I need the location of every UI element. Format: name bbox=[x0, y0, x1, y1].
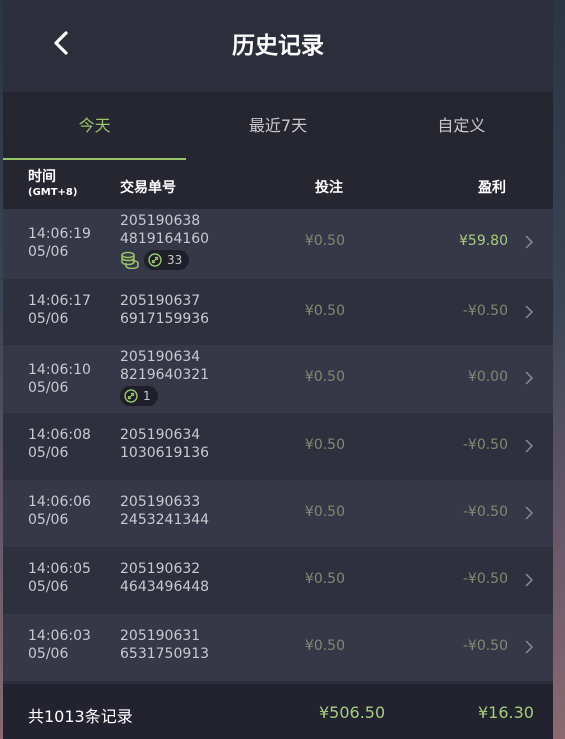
chevron-right-icon bbox=[525, 235, 534, 249]
free-spin-count: 33 bbox=[167, 253, 183, 267]
row-order-id: 205190631 6531750913 bbox=[120, 627, 209, 663]
coin-stack-icon bbox=[121, 251, 139, 269]
row-date: 05/06 bbox=[28, 244, 69, 260]
row-win: -¥0.50 bbox=[462, 303, 508, 319]
row-time: 14:06:08 05/06 bbox=[28, 426, 91, 462]
row-win: ¥59.80 bbox=[459, 233, 508, 249]
table-header: 时间 (GMT+8) 交易单号 投注 盈利 bbox=[3, 160, 553, 209]
row-order-id: 205190634 1030619136 bbox=[120, 426, 209, 462]
total-win: ¥16.30 bbox=[478, 703, 534, 722]
chevron-right-icon bbox=[525, 506, 534, 520]
tab-last-7-days[interactable]: 最近7天 bbox=[186, 92, 369, 160]
chevron-right-icon bbox=[525, 371, 534, 385]
row-date: 05/06 bbox=[28, 646, 69, 662]
header: 历史记录 bbox=[3, 0, 553, 92]
chevron-right-icon bbox=[525, 640, 534, 654]
row-win: -¥0.50 bbox=[462, 437, 508, 453]
row-bet: ¥0.50 bbox=[304, 303, 345, 319]
column-time-label: 时间 bbox=[28, 169, 56, 185]
row-bet: ¥0.50 bbox=[304, 233, 345, 249]
row-order-id-part2: 1030619136 bbox=[120, 445, 210, 461]
row-time-clock: 14:06:10 bbox=[28, 362, 91, 378]
page-title: 历史记录 bbox=[232, 33, 324, 59]
free-spin-badge: 33 bbox=[144, 250, 190, 270]
row-order-id-part2: 4643496448 bbox=[120, 579, 210, 595]
row-time: 14:06:03 05/06 bbox=[28, 627, 91, 663]
row-date: 05/06 bbox=[28, 579, 69, 595]
row-win: ¥0.00 bbox=[467, 369, 508, 385]
chevron-right-icon bbox=[525, 573, 534, 587]
chevron-right-icon bbox=[525, 439, 534, 453]
row-time: 14:06:17 05/06 bbox=[28, 292, 91, 328]
row-time: 14:06:10 05/06 bbox=[28, 361, 91, 397]
row-time-clock: 14:06:17 bbox=[28, 293, 91, 309]
row-time: 14:06:06 05/06 bbox=[28, 493, 91, 529]
column-bet: 投注 bbox=[315, 180, 343, 196]
table-row[interactable]: 14:06:19 05/06 205190638 4819164160 33 ¥0.50 ¥… bbox=[3, 209, 553, 279]
row-badges: 1 bbox=[120, 386, 158, 406]
row-order-id-part2: 4819164160 bbox=[120, 231, 210, 247]
row-time-clock: 14:06:06 bbox=[28, 494, 91, 510]
table-row[interactable]: 14:06:03 05/06 205190631 6531750913 ¥0.50 -¥0… bbox=[3, 614, 553, 681]
row-bet: ¥0.50 bbox=[304, 369, 345, 385]
row-time-clock: 14:06:03 bbox=[28, 628, 91, 644]
row-time-clock: 14:06:05 bbox=[28, 561, 91, 577]
row-order-id-part2: 6917159936 bbox=[120, 311, 210, 327]
free-spin-count: 1 bbox=[143, 389, 151, 403]
row-time: 14:06:19 05/06 bbox=[28, 225, 91, 261]
summary-footer: 共1013条记录 ¥506.50 ¥16.30 bbox=[3, 684, 553, 739]
row-order-id-part1: 205190634 bbox=[120, 349, 201, 365]
row-order-id-part1: 205190633 bbox=[120, 494, 201, 510]
row-order-id-part1: 205190632 bbox=[120, 561, 201, 577]
free-spin-icon bbox=[124, 389, 138, 403]
row-badges: 33 bbox=[120, 250, 190, 270]
column-order-id: 交易单号 bbox=[120, 180, 176, 196]
row-order-id: 205190637 6917159936 bbox=[120, 292, 209, 328]
row-order-id-part1: 205190634 bbox=[120, 427, 201, 443]
column-win: 盈利 bbox=[478, 180, 506, 196]
row-bet: ¥0.50 bbox=[304, 571, 345, 587]
total-records: 共1013条记录 bbox=[28, 707, 133, 726]
row-bet: ¥0.50 bbox=[304, 638, 345, 654]
tab-custom[interactable]: 自定义 bbox=[370, 92, 553, 160]
tab-bar: 今天 最近7天 自定义 bbox=[3, 92, 553, 160]
row-bet: ¥0.50 bbox=[304, 504, 345, 520]
row-order-id-part1: 205190637 bbox=[120, 293, 201, 309]
history-list: 14:06:19 05/06 205190638 4819164160 33 ¥0.50 ¥… bbox=[3, 209, 553, 681]
row-order-id: 205190633 2453241344 bbox=[120, 493, 209, 529]
row-order-id-part2: 2453241344 bbox=[120, 512, 210, 528]
table-row[interactable]: 14:06:05 05/06 205190632 4643496448 ¥0.50 -¥0… bbox=[3, 547, 553, 614]
row-order-id: 205190638 4819164160 bbox=[120, 212, 209, 248]
chevron-right-icon bbox=[525, 305, 534, 319]
row-order-id-part2: 6531750913 bbox=[120, 646, 210, 662]
table-row[interactable]: 14:06:10 05/06 205190634 8219640321 1 ¥0.50 ¥0… bbox=[3, 345, 553, 413]
column-timezone: (GMT+8) bbox=[28, 187, 78, 198]
total-bet: ¥506.50 bbox=[319, 703, 386, 722]
column-time: 时间 (GMT+8) bbox=[28, 169, 77, 201]
history-panel: 历史记录 今天 最近7天 自定义 时间 (GMT+8) 交易单号 投注 盈利 1… bbox=[3, 0, 553, 739]
row-win: -¥0.50 bbox=[462, 571, 508, 587]
tab-today[interactable]: 今天 bbox=[3, 92, 187, 160]
row-order-id-part1: 205190638 bbox=[120, 213, 201, 229]
table-row[interactable]: 14:06:08 05/06 205190634 1030619136 ¥0.50 -¥0… bbox=[3, 413, 553, 480]
row-date: 05/06 bbox=[28, 311, 69, 327]
row-order-id: 205190634 8219640321 bbox=[120, 348, 209, 384]
row-date: 05/06 bbox=[28, 380, 69, 396]
row-time: 14:06:05 05/06 bbox=[28, 560, 91, 596]
row-time-clock: 14:06:19 bbox=[28, 226, 91, 242]
free-spin-icon bbox=[148, 253, 162, 267]
free-spin-badge: 1 bbox=[120, 386, 158, 406]
row-date: 05/06 bbox=[28, 512, 69, 528]
row-win: -¥0.50 bbox=[462, 638, 508, 654]
row-order-id-part1: 205190631 bbox=[120, 628, 201, 644]
row-order-id: 205190632 4643496448 bbox=[120, 560, 209, 596]
row-order-id-part2: 8219640321 bbox=[120, 367, 210, 383]
table-row[interactable]: 14:06:17 05/06 205190637 6917159936 ¥0.50 -¥0… bbox=[3, 279, 553, 345]
row-win: -¥0.50 bbox=[462, 504, 508, 520]
row-date: 05/06 bbox=[28, 445, 69, 461]
row-bet: ¥0.50 bbox=[304, 437, 345, 453]
table-row[interactable]: 14:06:06 05/06 205190633 2453241344 ¥0.50 -¥0… bbox=[3, 480, 553, 547]
row-time-clock: 14:06:08 bbox=[28, 427, 91, 443]
